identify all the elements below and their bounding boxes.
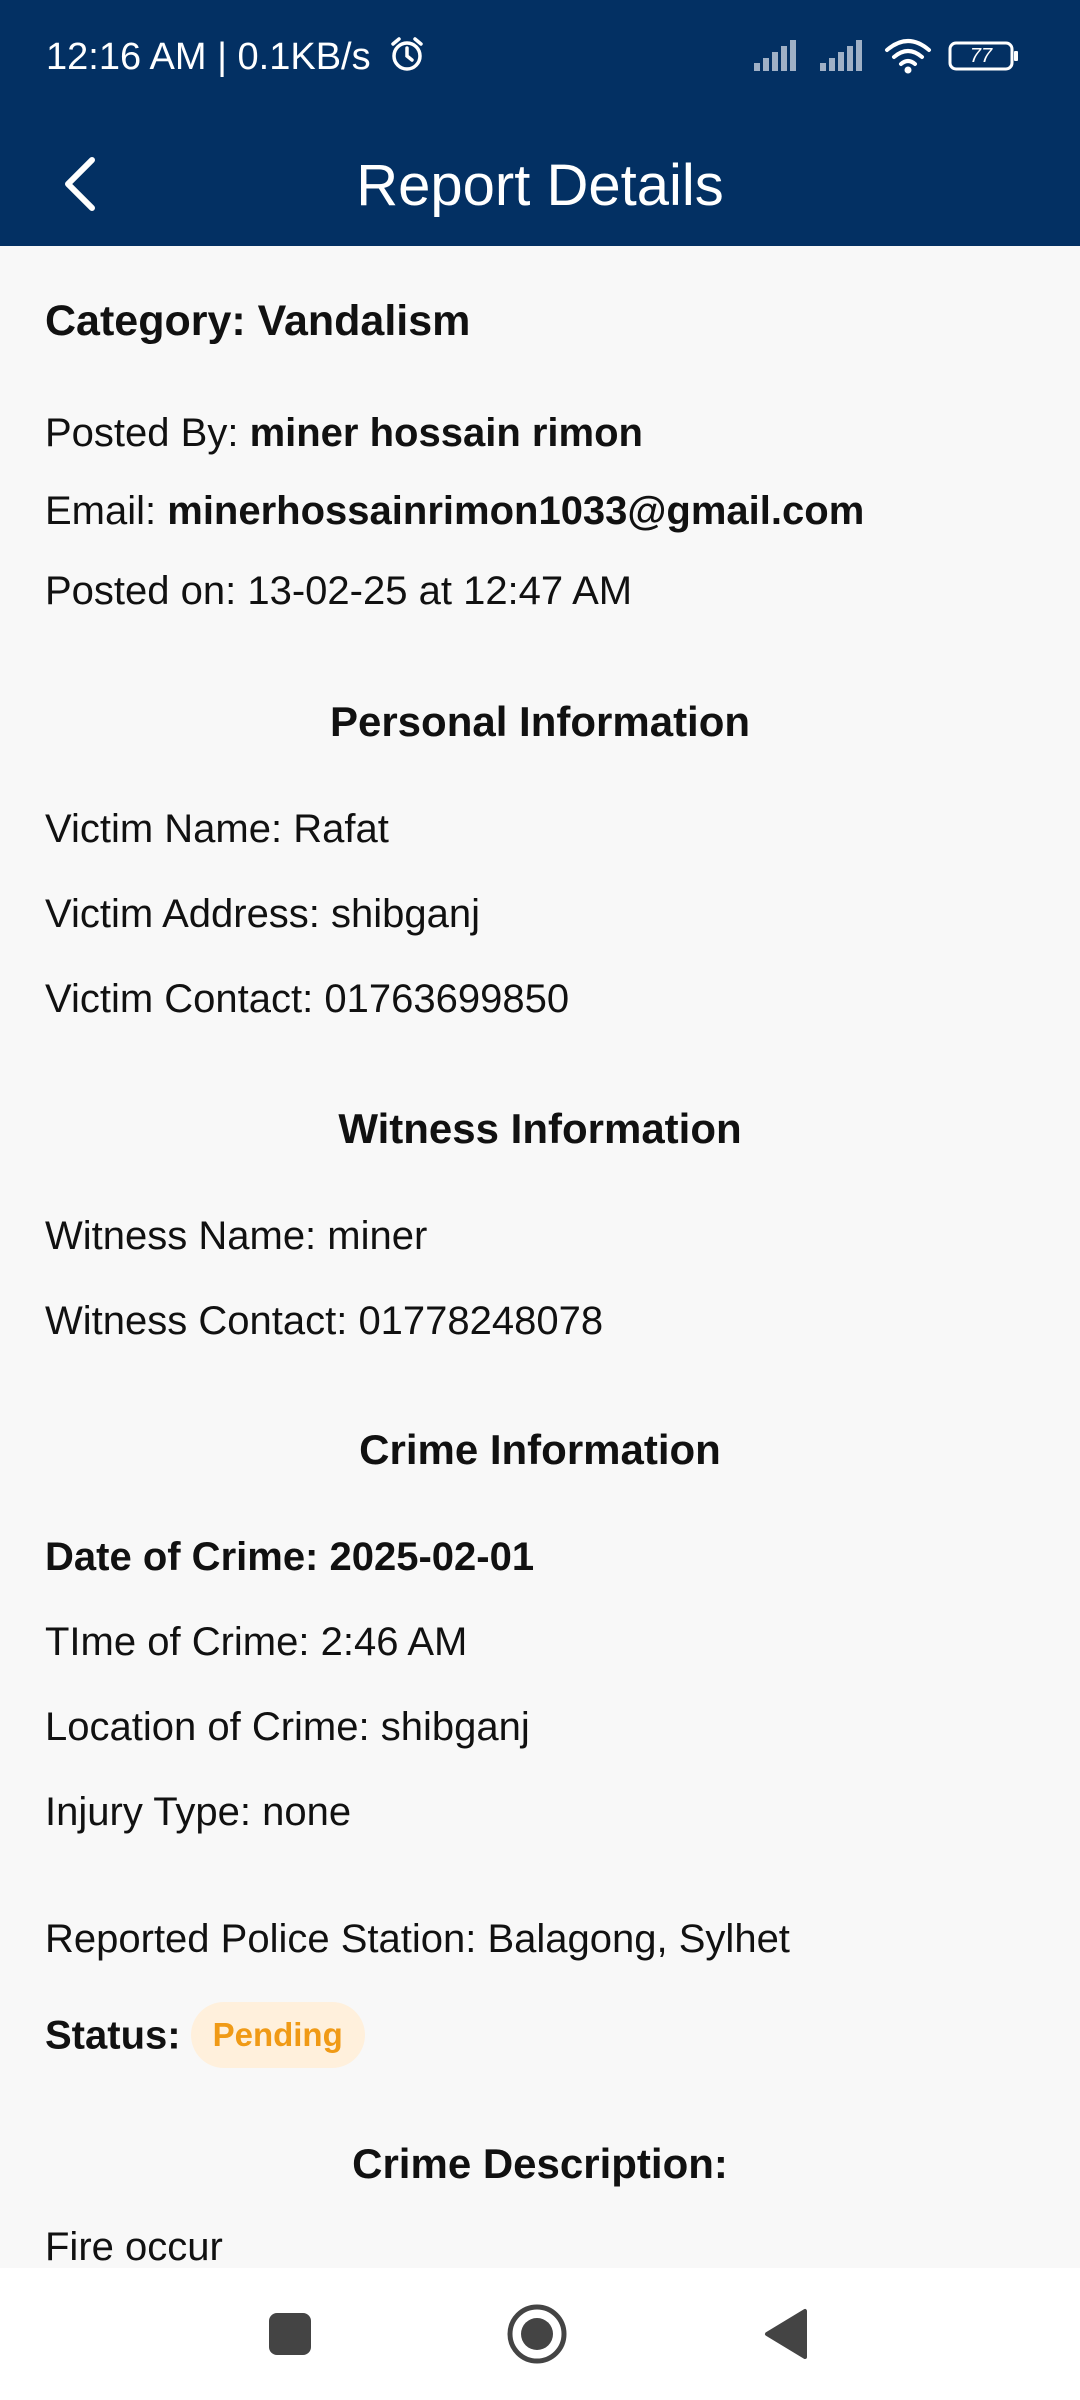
email-value: minerhossainrimon1033@gmail.com (167, 489, 865, 533)
time-of-crime: TIme of Crime: 2:46 AM (45, 1620, 468, 1664)
status-badge: Pending (190, 2002, 365, 2068)
injury-type: Injury Type: none (45, 1790, 352, 1834)
wifi-icon (884, 38, 932, 74)
posted-by-row: Posted By: miner hossain rimon (45, 408, 643, 458)
email-label: Email: (45, 489, 168, 533)
home-button[interactable] (497, 2296, 577, 2376)
posted-by-label: Posted By: (45, 411, 250, 455)
alarm-icon (387, 34, 427, 84)
system-navigation-bar (0, 2268, 1080, 2400)
victim-name: Victim Name: Rafat (45, 807, 389, 851)
victim-contact: Victim Contact: 01763699850 (45, 977, 570, 1021)
status-row: Status: Pending (45, 2002, 365, 2071)
system-back-button[interactable] (745, 2296, 825, 2376)
location-of-crime: Location of Crime: shibganj (45, 1705, 530, 1749)
status-label: Status: (45, 2013, 181, 2058)
signal-icon (818, 39, 868, 73)
recents-square-icon (266, 2310, 314, 2363)
app-bar: 12:16 AM | 0.1KB/s 77 Report Details (0, 0, 1080, 246)
crime-description-text: Fire occur (45, 2225, 223, 2268)
reported-police-station: Reported Police Station: Balagong, Sylhe… (45, 1917, 790, 1961)
status-time-text: 12:16 AM | 0.1KB/s (46, 36, 371, 79)
personal-information-heading: Personal Information (329, 698, 751, 745)
title-bar: Report Details (0, 116, 1080, 246)
battery-level-text: 77 (969, 45, 993, 67)
witness-information-heading: Witness Information (338, 1105, 742, 1152)
recents-button[interactable] (250, 2296, 330, 2376)
witness-name: Witness Name: miner (45, 1214, 428, 1258)
back-triangle-icon (761, 2307, 809, 2366)
posted-on: Posted on: 13-02-25 at 12:47 AM (45, 569, 633, 613)
crime-information-heading: Crime Information (359, 1426, 721, 1473)
date-of-crime: Date of Crime: 2025-02-01 (45, 1535, 535, 1579)
page-title: Report Details (356, 153, 724, 218)
witness-contact: Witness Contact: 01778248078 (45, 1299, 604, 1343)
home-circle-icon (506, 2303, 568, 2370)
battery-icon: 77 (948, 39, 1020, 73)
status-bar: 12:16 AM | 0.1KB/s 77 (0, 0, 1080, 116)
crime-description-heading: Crime Description: (352, 2140, 728, 2187)
status-time: 12:16 AM | 0.1KB/s (46, 34, 427, 84)
category-label: Category: Vandalism (45, 297, 471, 345)
email-row: Email: minerhossainrimon1033@gmail.com (45, 486, 864, 536)
victim-address: Victim Address: shibganj (45, 892, 481, 936)
status-icons: 77 (752, 38, 1020, 74)
posted-by-value: miner hossain rimon (249, 411, 643, 455)
signal-icon (752, 39, 802, 73)
report-details-content[interactable]: Category: Vandalism Posted By: miner hos… (0, 246, 1080, 2268)
